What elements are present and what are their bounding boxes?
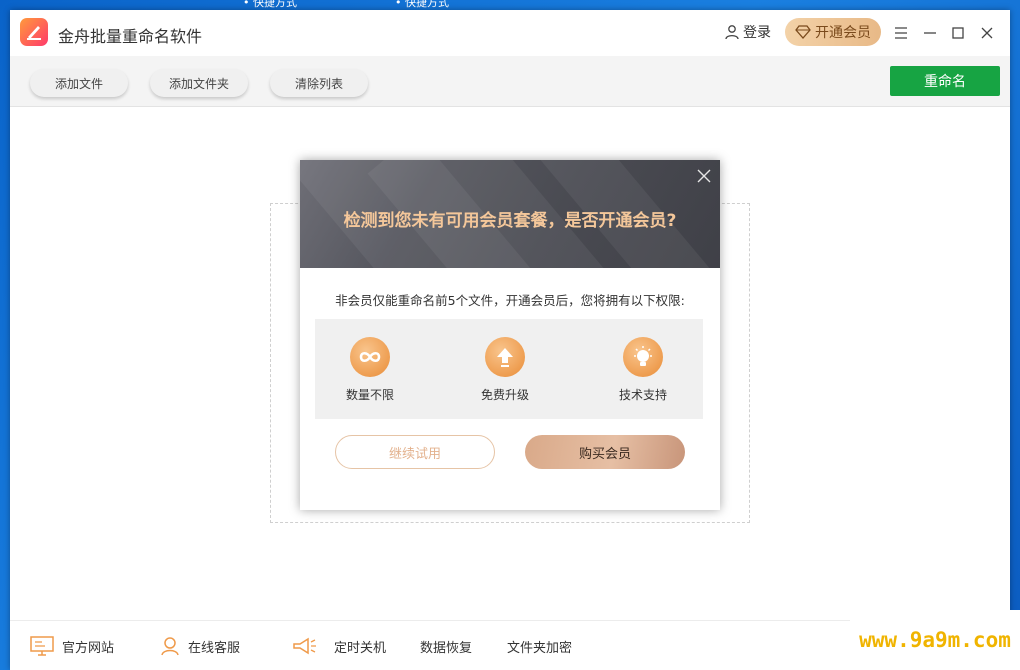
upgrade-arrow-icon [485, 337, 525, 377]
benefit-label: 技术支持 [618, 388, 667, 402]
menu-icon[interactable] [890, 22, 912, 44]
diamond-icon [795, 25, 811, 39]
lightbulb-icon [623, 337, 663, 377]
benefit-upgrade: 免费升级 [455, 337, 555, 403]
recovery-label: 数据恢复 [420, 640, 473, 656]
rename-button[interactable]: 重命名 [890, 66, 1000, 96]
vip-label: 开通会员 [815, 25, 871, 41]
vip-prompt-dialog: 检测到您未有可用会员套餐，是否开通会员? 非会员仅能重命名前5个文件，开通会员后… [300, 160, 720, 510]
toolbar: 添加文件 添加文件夹 清除列表 重命名 [10, 56, 1010, 107]
app-window: 金舟批量重命名软件 登录 开通会员 添加文件 添加文件夹 清除列表 重命名 官方… [10, 10, 1010, 670]
infinity-icon [350, 337, 390, 377]
dialog-title: 检测到您未有可用会员套餐，是否开通会员? [343, 211, 677, 231]
add-file-button[interactable]: 添加文件 [30, 69, 128, 97]
benefit-label: 数量不限 [345, 388, 394, 402]
timed-shutdown-link[interactable]: 定时关机 [292, 621, 386, 670]
dialog-close-icon[interactable] [696, 168, 714, 186]
login-button[interactable]: 登录 [724, 22, 771, 42]
data-recovery-link[interactable]: 数据恢复 [420, 621, 472, 670]
close-icon[interactable] [976, 22, 998, 44]
user-icon [725, 25, 739, 40]
website-label: 官方网站 [62, 640, 115, 656]
minimize-icon[interactable] [919, 22, 941, 44]
open-vip-button[interactable]: 开通会员 [785, 18, 881, 46]
benefit-label: 免费升级 [480, 388, 529, 402]
continue-trial-button[interactable]: 继续试用 [335, 435, 495, 469]
app-title: 金舟批量重命名软件 [58, 27, 203, 46]
app-logo-icon [20, 18, 48, 46]
benefit-support: 技术支持 [593, 337, 693, 403]
benefit-unlimited: 数量不限 [320, 337, 420, 403]
desktop-shortcut-label: • 快捷方式 [243, 0, 297, 9]
shutdown-label: 定时关机 [334, 640, 387, 656]
online-support-link[interactable]: 在线客服 [160, 621, 240, 670]
buy-membership-button[interactable]: 购买会员 [525, 435, 685, 469]
customer-service-icon [161, 637, 179, 656]
desktop-shortcut-label: • 快捷方式 [395, 0, 449, 9]
dialog-header: 检测到您未有可用会员套餐，是否开通会员? [300, 160, 720, 268]
add-folder-button[interactable]: 添加文件夹 [150, 69, 248, 97]
site-watermark: www.9a9m.com [850, 610, 1020, 670]
dialog-description: 非会员仅能重命名前5个文件，开通会员后，您将拥有以下权限: [335, 293, 685, 308]
encrypt-label: 文件夹加密 [507, 640, 573, 656]
megaphone-icon [293, 637, 316, 655]
support-label: 在线客服 [188, 640, 241, 656]
folder-encrypt-link[interactable]: 文件夹加密 [507, 621, 572, 670]
login-label: 登录 [743, 25, 771, 41]
benefits-panel: 数量不限 免费升级 技术支持 [315, 319, 703, 419]
clear-list-button[interactable]: 清除列表 [270, 69, 368, 97]
maximize-icon[interactable] [947, 22, 969, 44]
official-website-link[interactable]: 官方网站 [30, 621, 114, 670]
monitor-icon [30, 636, 54, 656]
title-bar: 金舟批量重命名软件 登录 开通会员 [10, 10, 1010, 57]
